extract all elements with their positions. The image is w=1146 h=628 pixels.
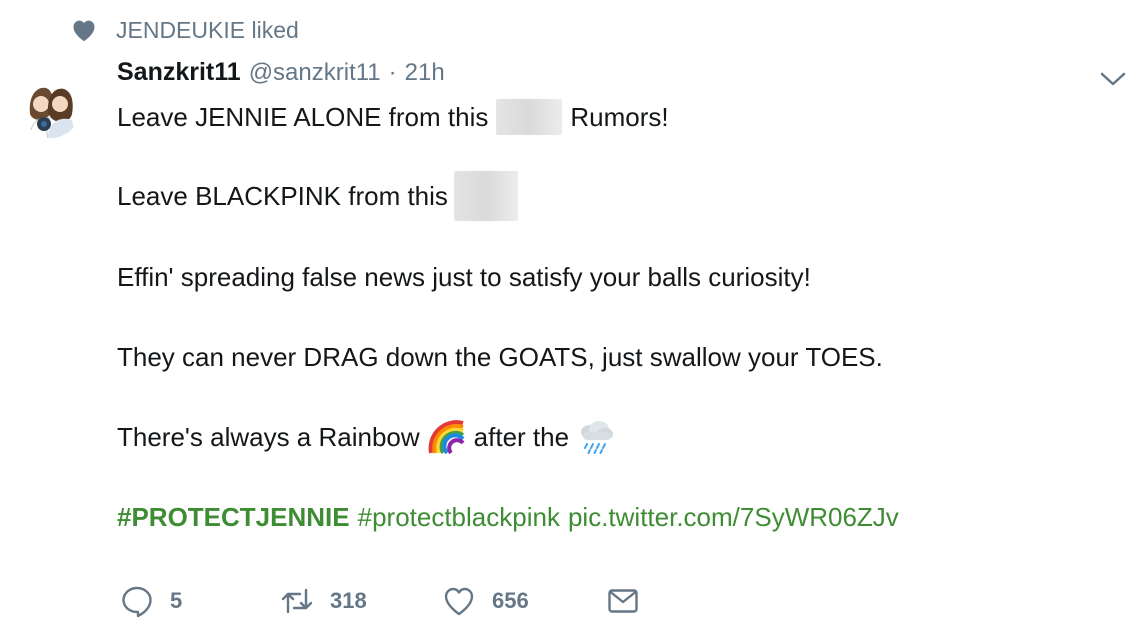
like-count: 656 bbox=[492, 588, 529, 613]
retweet-icon bbox=[280, 584, 314, 618]
username[interactable]: @sanzkrit11 bbox=[249, 59, 381, 87]
display-name[interactable]: Sanzkrit11 bbox=[117, 58, 241, 87]
reply-button[interactable]: 5 bbox=[120, 584, 280, 618]
censored-word bbox=[496, 99, 563, 135]
tweet-text: Leave JENNIE ALONE from this bbox=[117, 101, 489, 132]
tweet-line-4: They can never DRAG down the GOATS, just… bbox=[117, 338, 883, 376]
tweet-line-2: Leave BLACKPINK from this bbox=[117, 170, 518, 222]
timestamp[interactable]: 21h bbox=[405, 59, 445, 87]
rain-cloud-icon bbox=[577, 420, 615, 454]
direct-message-button[interactable] bbox=[606, 584, 640, 618]
tweet-text: Rumors! bbox=[570, 101, 669, 132]
media-link[interactable]: pic.twitter.com/7SyWR06ZJv bbox=[568, 502, 899, 533]
tweet-line-5: There's always a Rainbow after the bbox=[117, 416, 615, 458]
like-button[interactable]: 656 bbox=[442, 584, 606, 618]
heart-icon bbox=[70, 16, 98, 44]
hashtag-link[interactable]: #PROTECTJENNIE bbox=[117, 502, 350, 533]
tweet-text: There's always a Rainbow bbox=[117, 421, 420, 452]
chevron-down-icon[interactable] bbox=[1098, 68, 1128, 90]
tweet-text: Leave BLACKPINK from this bbox=[117, 180, 448, 211]
hashtag-link[interactable]: #protectblackpink bbox=[358, 502, 560, 533]
tweet-line-3: Effin' spreading false news just to sati… bbox=[117, 258, 811, 296]
context-text[interactable]: JENDEUKIE liked bbox=[116, 17, 299, 44]
tweet-header: Sanzkrit11 @sanzkrit11 · 21h bbox=[117, 58, 445, 94]
tweet-text: after the bbox=[473, 421, 570, 452]
reply-count: 5 bbox=[170, 588, 183, 613]
envelope-icon bbox=[606, 584, 640, 618]
separator: · bbox=[388, 59, 397, 86]
hashtag-line: #PROTECTJENNIE #protectblackpink pic.twi… bbox=[117, 498, 899, 536]
rainbow-icon bbox=[428, 420, 466, 455]
social-context: JENDEUKIE liked bbox=[70, 15, 299, 45]
avatar[interactable] bbox=[22, 80, 80, 138]
tweet-text: They can never DRAG down the GOATS, just… bbox=[117, 341, 883, 372]
heart-icon bbox=[442, 584, 476, 618]
retweet-count: 318 bbox=[330, 588, 367, 613]
censored-word bbox=[453, 171, 518, 221]
retweet-button[interactable]: 318 bbox=[280, 584, 442, 618]
reply-icon bbox=[120, 584, 154, 618]
tweet-text: Effin' spreading false news just to sati… bbox=[117, 261, 811, 292]
action-bar: 5 318 656 bbox=[120, 582, 640, 620]
tweet-line-1: Leave JENNIE ALONE from this Rumors! bbox=[117, 98, 669, 136]
